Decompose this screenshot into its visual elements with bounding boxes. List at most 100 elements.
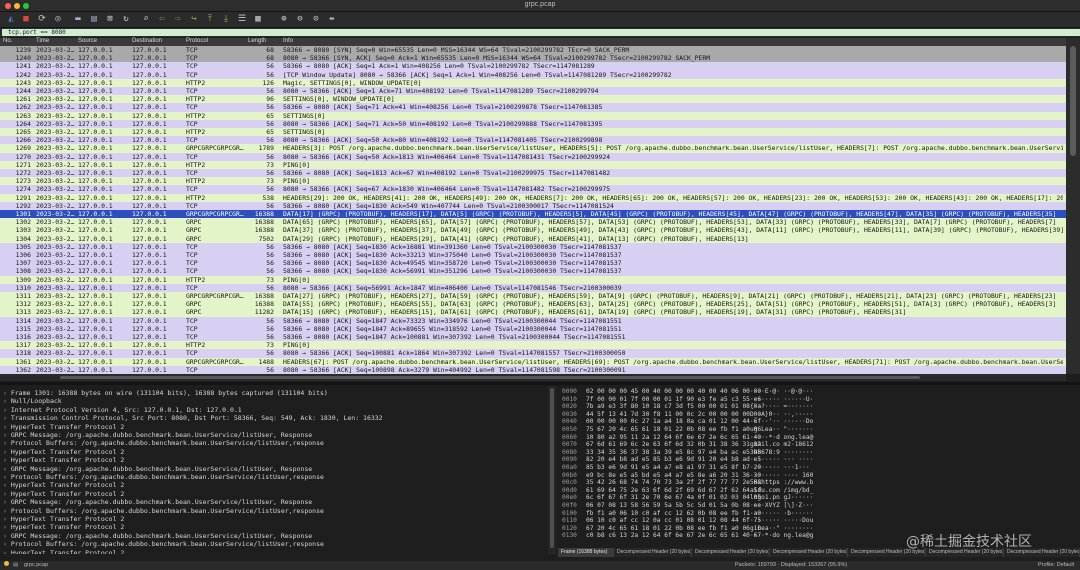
chevron-right-icon[interactable]: › [3,439,11,447]
tree-item[interactable]: › GRPC Message: /org.apache.dubbo.benchm… [3,465,312,473]
tab-decompressed-header[interactable]: Decompressed Header (20 bytes) [614,548,692,557]
chevron-right-icon[interactable]: › [3,406,11,414]
tree-item[interactable]: › HyperText Transfer Protocol 2 [3,490,124,498]
colorize-icon[interactable]: ▦ [252,13,264,25]
tree-item[interactable]: › Transmission Control Protocol, Src Por… [3,414,383,422]
zoom-reset-icon[interactable]: ⊙ [310,13,322,25]
tree-item[interactable]: › HyperText Transfer Protocol 2 [3,481,124,489]
chevron-right-icon[interactable]: › [3,389,11,397]
tree-item[interactable]: › HyperText Transfer Protocol 2 [3,456,124,464]
scroll-thumb[interactable] [550,388,554,548]
tab-frame[interactable]: Frame (16388 bytes) [558,548,614,557]
hex-bytes[interactable]: 75 67 20 4c 65 61 18 01 22 0b 08 ee fb f… [586,426,761,434]
chevron-right-icon[interactable]: › [3,540,11,548]
status-profile[interactable]: Profile: Default [1038,561,1074,570]
tree-item[interactable]: › HyperText Transfer Protocol 2 [3,448,124,456]
display-filter-input[interactable] [2,29,1080,36]
packet-bytes-pane[interactable]: 0000 02 00 00 00 45 00 40 00 00 00 40 00 … [558,386,1080,546]
save-icon[interactable]: ▤ [88,13,100,25]
open-icon[interactable]: ▬ [72,13,84,25]
chevron-right-icon[interactable]: › [3,549,11,554]
resize-columns-icon[interactable]: ⇹ [326,13,338,25]
chevron-right-icon[interactable]: › [3,523,11,531]
hex-ascii[interactable]: ········ ···1··· [750,464,810,472]
hex-ascii[interactable]: {··?···· =······· [750,403,813,411]
autoscroll-icon[interactable]: ☰ [236,13,248,25]
tree-item[interactable]: › HyperText Transfer Protocol 2 [3,515,124,523]
hex-bytes[interactable]: 67 20 4c 65 61 18 01 22 0b 08 ee fb f1 a… [586,525,761,533]
zoom-out-icon[interactable]: ⊖ [294,13,306,25]
options-icon[interactable]: ◎ [52,13,64,25]
hex-ascii[interactable]: 345678:9 ········ [750,449,813,457]
hex-ascii[interactable]: logo1.pn gJ······ [750,494,813,502]
tree-item[interactable]: › Internet Protocol Version 4, Src: 127.… [3,406,242,414]
hex-ascii[interactable]: aidu.com /img/bd_ [750,487,813,495]
chevron-right-icon[interactable]: › [3,431,11,439]
hex-bytes[interactable]: 10 80 a2 95 11 2a 12 64 6f 6e 67 2e 6c 6… [586,434,761,442]
chevron-right-icon[interactable]: › [3,414,11,422]
column-header-col-no[interactable]: No. [3,38,12,44]
hex-bytes[interactable]: 67 6d 61 69 6c 2e 63 6f 6d 32 0b 31 38 3… [586,441,761,449]
packet-list[interactable]: 1239 2023-03-2… 127.0.0.1 127.0.0.1 TCP 68 583… [0,46,1066,374]
tab-decompressed-header[interactable]: Decompressed Header (20 bytes) [692,548,770,557]
tree-item[interactable]: › GRPC Message: /org.apache.dubbo.benchm… [3,431,312,439]
hex-ascii[interactable]: ug Lea·· "······· [750,426,813,434]
hex-bytes[interactable]: 02 00 00 00 45 00 40 00 00 00 40 00 40 0… [586,388,761,396]
capture-file-icon[interactable]: ▤ [13,561,18,570]
packet-details-tree[interactable]: › Frame 1301: 16388 bytes on wire (13110… [0,386,548,554]
details-scrollbar[interactable] [548,386,556,554]
hex-ascii[interactable]: gmail.co m2·18612 [750,441,813,449]
tree-item[interactable]: › Protocol Buffers: /org.apache.dubbo.be… [3,473,324,481]
chevron-right-icon[interactable]: › [3,498,11,506]
hex-bytes[interactable]: 7b a9 e3 3f 80 10 18 c7 3d f5 00 00 01 0… [586,403,761,411]
hex-ascii[interactable]: g Lea··" ········ [750,525,813,533]
jump-icon[interactable]: ↪ [188,13,200,25]
zoom-in-icon[interactable]: ⊕ [278,13,290,25]
hex-ascii[interactable]: ········ ·····Dou [750,517,813,525]
tree-item[interactable]: › Frame 1301: 16388 bytes on wire (13110… [3,389,328,397]
hex-ascii[interactable]: ········ ···· 160 [750,472,813,480]
forward-icon[interactable]: ⇨ [172,13,184,25]
hex-bytes[interactable]: 82 20 e4 b8 ad e5 85 b3 e6 9d 91 20 e4 b… [586,456,761,464]
packet-list-vertical-scrollbar[interactable] [1066,38,1080,374]
chevron-right-icon[interactable]: › [3,473,11,481]
column-header-col-time[interactable]: Time [36,38,49,44]
chevron-right-icon[interactable]: › [3,532,11,540]
tab-decompressed-header[interactable]: Decompressed Header (20 bytes) [770,548,848,557]
hex-ascii[interactable]: ·····*·d ong.lea@ [750,434,813,442]
packet-list-horizontal-scrollbar[interactable] [0,374,1066,381]
tree-item[interactable]: › HyperText Transfer Protocol 2 [3,523,124,531]
tree-item[interactable]: › GRPC Message: /org.apache.dubbo.benchm… [3,532,312,540]
hex-bytes[interactable]: 7f 00 00 01 7f 00 00 01 1f 90 e3 fe a5 c… [586,396,761,404]
column-header-col-source[interactable]: Source [78,38,97,44]
hex-ascii[interactable]: ········ ·b······ [750,510,813,518]
hex-bytes[interactable]: 6c 6f 67 6f 31 2e 70 6e 67 4a 0f 01 02 0… [586,494,761,502]
hex-ascii[interactable]: ····E·@· ··@·@··· [750,388,813,396]
hex-bytes[interactable]: 00 00 00 00 0c 27 1a a4 18 0a ca 01 12 0… [586,418,761,426]
last-icon[interactable]: ⤓ [220,13,232,25]
expert-info-icon[interactable] [4,561,9,566]
hex-ascii[interactable]: D_·A}0·· ··,····· [750,411,813,419]
find-icon[interactable]: ⌕ [140,13,152,25]
back-icon[interactable]: ⇦ [156,13,168,25]
tree-item[interactable]: › HyperText Transfer Protocol 2 [3,423,124,431]
hex-ascii[interactable]: ·····'·· ······Do [750,418,813,426]
stop-icon[interactable]: ■ [20,13,32,25]
column-header-col-info[interactable]: Info [283,38,293,44]
hex-bytes[interactable]: 06 10 c0 af cc 12 0a cc 01 08 01 12 08 4… [586,517,761,525]
hex-bytes[interactable]: 06 07 08 13 58 56 59 5a 5b 5c 5d 01 5a 0… [586,502,761,510]
tree-item[interactable]: › Null/Loopback [3,397,62,405]
first-icon[interactable]: ⤒ [204,13,216,25]
hex-ascii[interactable]: ····*·do ng.lea@g [750,532,813,540]
restart-icon[interactable]: ⟳ [36,13,48,25]
shark-fin-icon[interactable]: ◭ [5,13,17,25]
hex-bytes[interactable]: e9 bc 8e e5 a5 bd e5 a4 a7 e5 8e a6 20 3… [586,472,761,480]
tree-item[interactable]: › Protocol Buffers: /org.apache.dubbo.be… [3,439,324,447]
packet-row[interactable]: 1362 2023-03-2… 127.0.0.1 127.0.0.1 TCP 56 808… [0,365,1066,374]
tree-item[interactable]: › HyperText Transfer Protocol 2 [3,549,124,554]
chevron-right-icon[interactable]: › [3,507,11,515]
chevron-right-icon[interactable]: › [3,448,11,456]
chevron-right-icon[interactable]: › [3,465,11,473]
hex-bytes[interactable]: 85 b3 e6 9d 91 e5 a4 a7 e8 a1 97 31 e5 8… [586,464,761,472]
chevron-right-icon[interactable]: › [3,515,11,523]
